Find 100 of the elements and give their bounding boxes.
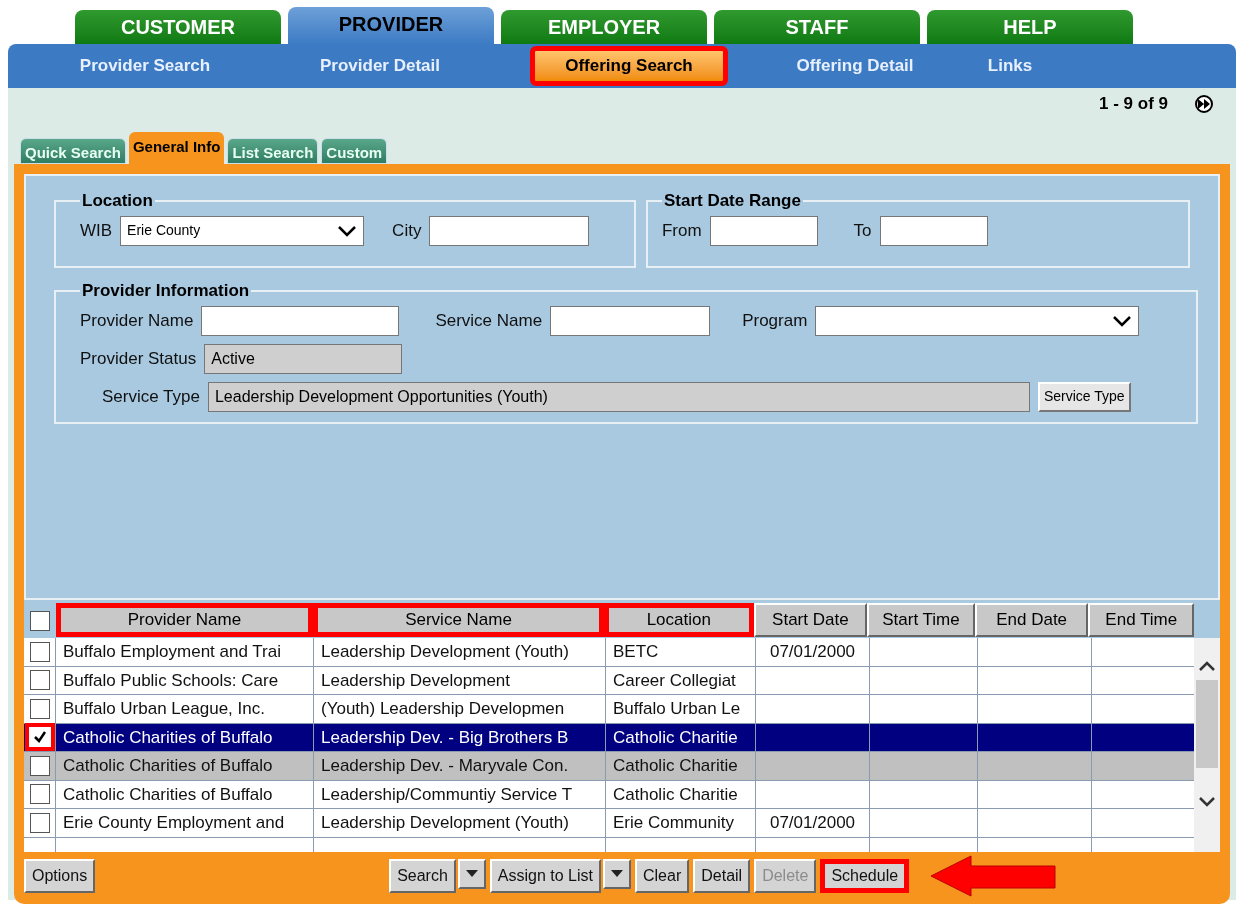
row-checkbox[interactable] <box>29 698 50 719</box>
field-label: City <box>392 219 422 242</box>
column-header[interactable]: End Time <box>1088 603 1195 637</box>
nav-tab[interactable]: Provider Detail <box>315 48 445 84</box>
group-title: Location <box>81 190 154 212</box>
table-cell-text: Catholic Charities of Buffalo <box>63 755 273 777</box>
page-count: 1 - 9 of 9 <box>1099 93 1168 116</box>
action-button[interactable]: Detail <box>693 859 751 893</box>
row-checkbox[interactable] <box>29 670 50 691</box>
column-header[interactable]: Provider Name <box>55 603 314 637</box>
column-header[interactable]: Service Name <box>313 603 605 637</box>
table-row[interactable]: Buffalo Urban League, Inc. (Youth) Leadership Developmen Buffalo Urban Le <box>24 695 1195 724</box>
table-cell-text: (Youth) Leadership Developmen <box>321 698 565 720</box>
table-cell-text: Leadership Development <box>321 669 510 692</box>
scrollbar[interactable] <box>1194 638 1220 852</box>
row-checkbox[interactable] <box>29 812 50 833</box>
top-tab[interactable]: STAFF <box>714 10 920 44</box>
service-type-button[interactable]: Service Type <box>1037 381 1131 412</box>
table-row[interactable]: Catholic Charities of Buffalo Leadership/Communtiy Service T Catholic Charitie <box>24 780 1195 809</box>
search-tab[interactable]: General Info <box>128 132 225 164</box>
dropdown-button[interactable] <box>603 859 631 889</box>
table-cell-text: Leadership Dev. - Maryvale Con. <box>321 755 569 777</box>
dropdown[interactable]: Erie County <box>120 215 365 246</box>
action-button[interactable]: Options <box>24 859 96 893</box>
table-cell-text: Erie Community <box>613 812 734 834</box>
table-row[interactable]: Buffalo Employment and Trai Leadership Development (Youth) BETC 07/01/2000 <box>24 638 1195 667</box>
table-row[interactable]: Erie County Employment and Leadership Development (Youth) Erie Community 07/01/2000 <box>24 809 1195 838</box>
dropdown-button[interactable] <box>457 859 486 889</box>
table-cell-text: Leadership Development (Youth) <box>321 641 569 663</box>
column-header[interactable]: Location <box>604 603 754 637</box>
field-label: From <box>661 219 702 242</box>
action-button[interactable]: Search <box>389 859 456 893</box>
table-cell-text: Buffalo Urban Le <box>613 698 741 720</box>
input-field[interactable] <box>879 215 988 246</box>
table-row[interactable]: Catholic Charities of Buffalo Leadership Dev. - Maryvale Con. Catholic Charitie <box>24 752 1195 781</box>
top-tab[interactable]: CUSTOMER <box>75 10 281 44</box>
input-field[interactable]: Leadership Development Opportunities (Youth) <box>207 381 1030 412</box>
search-tab[interactable]: Quick Search <box>20 138 126 164</box>
table-cell-text: Buffalo Public Schools: Care <box>63 669 279 692</box>
row-checkbox[interactable] <box>29 641 50 662</box>
top-tab[interactable]: PROVIDER <box>288 7 494 44</box>
nav-tab[interactable]: Provider Search <box>74 48 216 84</box>
table-row[interactable]: Buffalo Public Schools: Care Leadership Development Career Collegiat <box>24 666 1195 695</box>
dropdown[interactable] <box>815 305 1140 336</box>
caret-icon[interactable] <box>465 870 478 878</box>
row-checkbox[interactable] <box>24 723 55 752</box>
scroll-down-icon[interactable] <box>1198 796 1217 808</box>
input-field[interactable] <box>709 215 818 246</box>
field-label: To <box>853 219 872 242</box>
action-button[interactable]: Clear <box>635 859 690 893</box>
nav-tab[interactable]: Offering Detail <box>791 48 919 84</box>
table-cell-text: Catholic Charities of Buffalo <box>63 726 273 749</box>
table-cell-text: Leadership Development (Youth) <box>321 812 569 834</box>
input-field[interactable] <box>201 305 400 336</box>
column-header[interactable]: End Date <box>974 603 1089 637</box>
checkmark-icon <box>32 730 47 745</box>
table-cell-text: 07/01/2000 <box>769 641 856 663</box>
nav-tab[interactable]: Links <box>982 48 1038 84</box>
table-cell-text: Leadership Dev. - Big Brothers B <box>321 726 569 749</box>
row-checkbox[interactable] <box>29 755 50 776</box>
field-label: Program <box>742 309 808 332</box>
chevron-down-icon[interactable] <box>1112 314 1133 327</box>
select-all-checkbox[interactable] <box>29 610 50 631</box>
next-page-icon[interactable] <box>1192 95 1216 113</box>
table-cell-text: Catholic Charitie <box>613 755 738 777</box>
table-cell-text: BETC <box>613 641 659 663</box>
scroll-up-icon[interactable] <box>1198 660 1217 672</box>
group-title: Provider Information <box>81 280 251 302</box>
table-cell-text: Buffalo Employment and Trai <box>63 641 281 663</box>
field-label: Provider Status <box>80 347 197 370</box>
scroll-thumb[interactable] <box>1196 680 1219 768</box>
search-tab[interactable]: Custom <box>321 138 388 164</box>
field-label: Provider Name <box>80 309 194 332</box>
input-field[interactable] <box>550 305 711 336</box>
action-button[interactable]: Schedule <box>820 859 910 893</box>
table-cell-text: Buffalo Urban League, Inc. <box>63 698 265 720</box>
nav-tab[interactable]: Offering Search <box>530 46 728 86</box>
group-title: Start Date Range <box>662 190 802 212</box>
table-cell-text: 07/01/2000 <box>769 812 856 834</box>
table-cell-text: Catholic Charitie <box>613 726 738 749</box>
caret-icon[interactable] <box>611 870 623 878</box>
table-cell-text: Career Collegiat <box>613 669 736 692</box>
input-field[interactable] <box>429 215 590 246</box>
action-button[interactable]: Assign to List <box>489 859 601 893</box>
table-cell-text: Catholic Charitie <box>613 783 738 806</box>
search-tab[interactable]: List Search <box>227 138 319 164</box>
chevron-down-icon[interactable] <box>337 224 358 237</box>
column-header[interactable]: Start Date <box>753 603 868 637</box>
table-cell-text: Erie County Employment and <box>63 812 285 834</box>
field-label: WIB <box>80 219 113 242</box>
column-header[interactable]: Start Time <box>867 603 975 637</box>
field-label: Service Type <box>102 385 200 408</box>
input-field[interactable]: Active <box>204 343 403 374</box>
field-label: Service Name <box>435 309 543 332</box>
table-cell-text: Leadership/Communtiy Service T <box>321 783 572 806</box>
row-checkbox[interactable] <box>29 784 50 805</box>
table-cell-text: Catholic Charities of Buffalo <box>63 783 273 806</box>
top-tab[interactable]: HELP <box>927 10 1133 44</box>
top-tab[interactable]: EMPLOYER <box>501 10 707 44</box>
table-row[interactable]: Catholic Charities of Buffalo Leadership Dev. - Big Brothers B Catholic Charitie <box>24 723 1195 752</box>
